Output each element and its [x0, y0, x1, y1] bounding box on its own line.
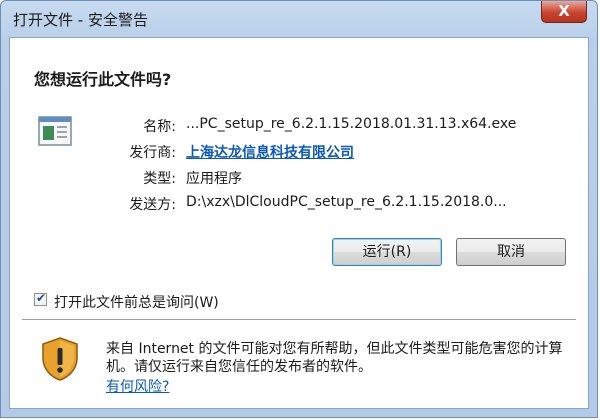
- publisher-link[interactable]: 上海达龙信息科技有限公司: [186, 142, 354, 162]
- name-label: 名称:: [143, 119, 176, 135]
- type-label: 类型:: [143, 171, 176, 187]
- type-value: 应用程序: [186, 171, 242, 187]
- checkmark-icon: ✔: [36, 291, 47, 305]
- dialog-heading: 您想运行此文件吗?: [34, 70, 172, 89]
- application-icon: [38, 116, 72, 146]
- security-shield-icon: [42, 337, 78, 381]
- close-button[interactable]: X: [541, 1, 587, 23]
- title-bar[interactable]: 打开文件 - 安全警告 X: [1, 1, 597, 37]
- close-icon: X: [558, 2, 570, 20]
- publisher-label: 发行商:: [129, 145, 176, 161]
- always-ask-label[interactable]: 打开此文件前总是询问(W): [54, 292, 219, 312]
- name-value: ...PC_setup_re_6.2.1.15.2018.01.31.13.x6…: [186, 116, 517, 132]
- dialog-content: 您想运行此文件吗? 名称: ...PC_setup_re_6.2.1.15.20…: [9, 37, 589, 409]
- cancel-button[interactable]: 取消: [456, 238, 566, 266]
- run-button[interactable]: 运行(R): [332, 238, 442, 266]
- from-value: D:\xzx\DlCloudPC_setup_re_6.2.1.15.2018.…: [186, 194, 507, 210]
- from-label: 发送方:: [129, 197, 176, 213]
- always-ask-checkbox[interactable]: ✔: [34, 291, 47, 306]
- warning-text: 来自 Internet 的文件可能对您有所帮助，但此文件类型可能危害您的计算机。…: [106, 341, 563, 375]
- window-title: 打开文件 - 安全警告: [13, 11, 148, 29]
- security-warning-dialog: 打开文件 - 安全警告 X 您想运行此文件吗? 名称: ...PC_setup_…: [0, 0, 598, 418]
- risk-link[interactable]: 有何风险?: [106, 376, 169, 396]
- separator: [22, 319, 576, 320]
